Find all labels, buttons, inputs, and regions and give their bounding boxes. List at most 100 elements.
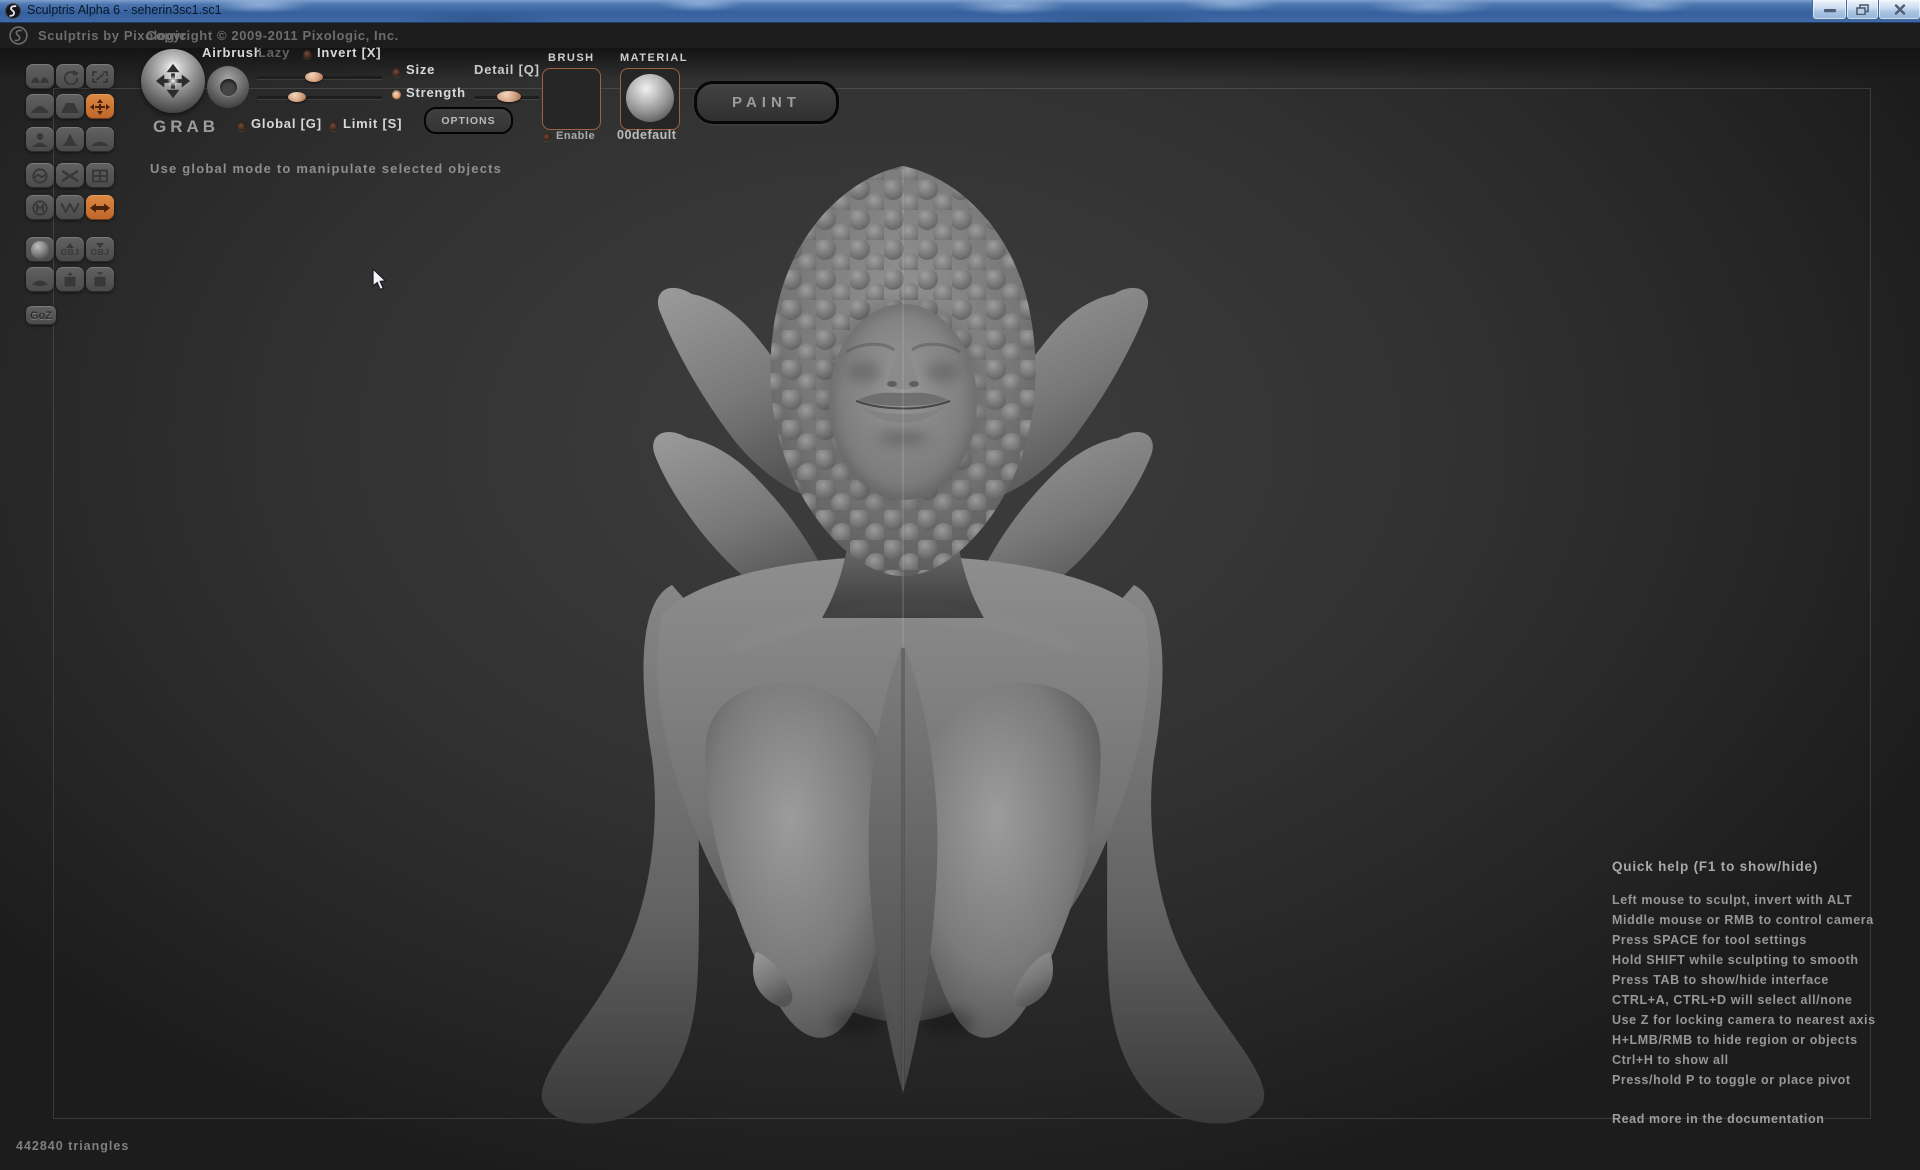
paint-mode-button[interactable]: PAINT — [694, 81, 839, 124]
quick-help-line: Middle mouse or RMB to control camera — [1612, 910, 1907, 930]
flatten-icon — [60, 99, 80, 115]
grab-move-icon — [90, 99, 110, 115]
tool-reduce-brush-button[interactable] — [56, 163, 84, 188]
floppy-up-icon — [60, 272, 80, 288]
strength-radio[interactable] — [392, 90, 401, 99]
pixologic-logo-icon — [9, 26, 28, 45]
brush-enable-radio[interactable] — [543, 133, 551, 141]
tool-wax-button[interactable] — [26, 163, 54, 188]
quick-help-line: Use Z for locking camera to nearest axis — [1612, 1010, 1907, 1030]
close-icon — [1894, 4, 1906, 15]
ball-highlight — [167, 75, 179, 87]
limit-label[interactable]: Limit [S] — [343, 116, 402, 131]
quick-help-line: Press/hold P to toggle or place pivot — [1612, 1070, 1907, 1090]
goz-button[interactable]: GoZ — [26, 306, 56, 325]
new-sphere-button[interactable] — [26, 237, 54, 262]
draw-icon — [30, 99, 50, 115]
strength-slider-track[interactable] — [257, 96, 382, 99]
quick-help-panel: Quick help (F1 to show/hide) Left mouse … — [1612, 859, 1907, 1126]
maximize-restore-button[interactable] — [1846, 0, 1879, 20]
material-panel-title: MATERIAL — [620, 52, 688, 64]
tool-hint-text: Use global mode to manipulate selected o… — [150, 161, 502, 176]
material-swatch[interactable] — [620, 68, 680, 130]
options-label: OPTIONS — [441, 115, 495, 127]
detail-slider-handle[interactable] — [497, 91, 521, 102]
copyright-text: Copyright © 2009-2011 Pixologic, Inc. — [146, 28, 399, 43]
tool-smooth-button[interactable] — [86, 127, 114, 152]
options-button[interactable]: OPTIONS — [424, 107, 513, 134]
triangle-count-status: 442840 triangles — [16, 1139, 129, 1153]
titlebar: Sculptris Alpha 6 - seherin3sc1.sc1 — [0, 0, 1920, 23]
quick-help-title: Quick help (F1 to show/hide) — [1612, 859, 1907, 874]
close-button[interactable] — [1878, 0, 1920, 20]
save-file-button[interactable] — [86, 267, 114, 292]
brush-panel-title: BRUSH — [548, 52, 595, 64]
export-obj-button[interactable]: OBJ — [86, 237, 114, 262]
active-tool-label: GRAB — [153, 117, 219, 137]
invert-radio[interactable] — [303, 50, 312, 59]
minimize-icon — [1823, 4, 1837, 14]
quick-help-line: Press TAB to show/hide interface — [1612, 970, 1907, 990]
tool-grab-button[interactable] — [86, 94, 114, 119]
import-obj-button[interactable]: OBJ — [56, 237, 84, 262]
lazy-mode-label[interactable]: Lazy — [258, 45, 290, 60]
tool-draw-button[interactable] — [26, 94, 54, 119]
size-radio[interactable] — [392, 68, 401, 77]
detail-label[interactable]: Detail [Q] — [474, 62, 540, 77]
quick-help-line: Press SPACE for tool settings — [1612, 930, 1907, 950]
window-title: Sculptris Alpha 6 - seherin3sc1.sc1 — [27, 3, 222, 17]
goz-label: GoZ — [30, 310, 52, 322]
grid-icon — [90, 168, 110, 184]
limit-radio[interactable] — [329, 122, 338, 131]
sculptris-app-icon — [5, 3, 21, 19]
airbrush-nozzle-icon — [220, 79, 237, 96]
tool-mask-button[interactable] — [26, 195, 54, 220]
quick-help-line: Left mouse to sculpt, invert with ALT — [1612, 890, 1907, 910]
viewport-frame — [53, 88, 1871, 1119]
quick-help-line: Hold SHIFT while sculpting to smooth — [1612, 950, 1907, 970]
plane-icon — [30, 272, 50, 288]
new-plane-button[interactable] — [26, 267, 54, 292]
minimize-button[interactable] — [1812, 0, 1847, 20]
quick-help-line: Ctrl+H to show all — [1612, 1050, 1907, 1070]
airbrush-mode-label[interactable]: Airbrush — [202, 45, 263, 60]
global-radio[interactable] — [237, 122, 246, 131]
smooth-icon — [90, 132, 110, 148]
wave-circle-icon — [30, 168, 50, 184]
obj-label: OBJ — [61, 248, 80, 257]
quick-help-footer: Read more in the documentation — [1612, 1112, 1907, 1126]
tool-rotate-button[interactable] — [56, 64, 84, 89]
quick-help-line: H+LMB/RMB to hide region or objects — [1612, 1030, 1907, 1050]
open-file-button[interactable] — [56, 267, 84, 292]
strength-slider-handle[interactable] — [288, 92, 306, 102]
size-label[interactable]: Size — [406, 62, 435, 77]
double-arrow-icon — [90, 200, 110, 216]
floppy-down-icon — [90, 272, 110, 288]
tool-flatten-button[interactable] — [56, 94, 84, 119]
size-slider-handle[interactable] — [305, 72, 323, 82]
tool-pinch-button[interactable] — [56, 127, 84, 152]
restore-icon — [1856, 4, 1869, 15]
brush-texture-swatch[interactable] — [542, 68, 601, 130]
tool-scale-button[interactable] — [86, 64, 114, 89]
material-sphere-icon — [626, 74, 674, 122]
pinch-icon — [60, 132, 80, 148]
strength-label[interactable]: Strength — [406, 85, 466, 100]
tool-subdivide-all-button[interactable] — [86, 163, 114, 188]
cross-icon — [60, 168, 80, 184]
invert-label[interactable]: Invert [X] — [317, 45, 381, 60]
scale-icon — [90, 69, 110, 85]
global-label[interactable]: Global [G] — [251, 116, 322, 131]
bust-icon — [30, 132, 50, 148]
tool-crease-button[interactable] — [26, 64, 54, 89]
airbrush-ball[interactable] — [207, 66, 249, 108]
tool-symmetry-button[interactable] — [86, 195, 114, 220]
tool-inflate-button[interactable] — [26, 127, 54, 152]
quick-help-line: CTRL+A, CTRL+D will select all/none — [1612, 990, 1907, 1010]
current-tool-ball — [141, 49, 205, 113]
obj-label: OBJ — [91, 248, 110, 257]
brush-enable-label[interactable]: Enable — [556, 130, 595, 142]
crease-icon — [30, 69, 50, 85]
material-name: 00default — [617, 128, 676, 142]
tool-wireframe-button[interactable] — [56, 195, 84, 220]
